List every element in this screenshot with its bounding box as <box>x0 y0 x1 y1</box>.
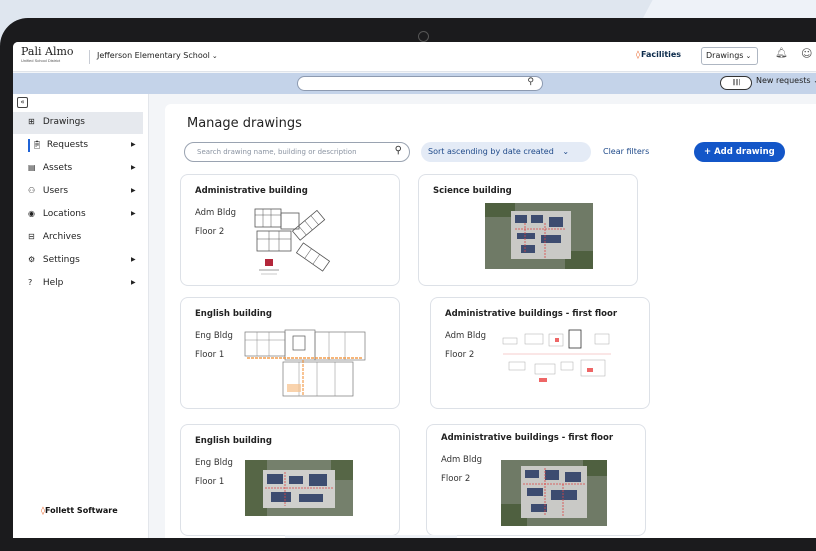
drawing-card-floor: Floor 1 <box>195 350 225 360</box>
sidebar-item-settings[interactable]: ⚙ Settings ▶ <box>13 250 143 272</box>
drawing-card-floor: Floor 2 <box>441 474 471 484</box>
page-title: Manage drawings <box>187 116 302 131</box>
follett-mark-icon: ◊ <box>636 50 640 59</box>
help-icon: ? <box>28 278 33 287</box>
drawing-card-title: Science building <box>433 186 512 196</box>
sidebar-item-label: Requests <box>46 140 89 150</box>
drawing-card[interactable]: Science building <box>418 174 638 286</box>
chevron-right-icon: ▶ <box>131 256 136 263</box>
sidebar-item-label: Drawings <box>42 117 85 127</box>
drawing-card-building: Adm Bldg <box>445 331 487 341</box>
drawing-card-building: Eng Bldg <box>195 331 233 341</box>
archive-icon: ⊟ <box>28 232 35 241</box>
drawing-card-building: Adm Bldg <box>195 208 237 218</box>
screen-bottom-highlight <box>285 535 457 538</box>
facilities-brand: ◊Facilities <box>636 50 681 59</box>
active-indicator <box>28 139 30 152</box>
chevron-right-icon: ▶ <box>131 141 136 148</box>
search-placeholder: Search drawing name, building or descrip… <box>197 148 357 156</box>
sidebar-item-label: Users <box>42 186 69 196</box>
sidebar-item-locations[interactable]: ◉ Locations ▶ <box>13 204 143 226</box>
chevron-right-icon: ▶ <box>131 187 136 194</box>
sort-label: Sort ascending by date created <box>428 147 554 156</box>
aerial-photo-icon <box>485 203 593 269</box>
drawing-card-title: Administrative buildings - first floor <box>445 309 618 319</box>
sidebar-item-users[interactable]: ⚇ Users ▶ <box>13 181 143 203</box>
clipboard-icon: 📋︎ <box>32 140 43 149</box>
drawing-card-building: Eng Bldg <box>195 458 233 468</box>
laptop-frame: Pali Almo Unified School District Jeffer… <box>0 18 816 551</box>
drawing-card-title: English building <box>195 436 272 446</box>
follett-software-logo: ◊Follett Software <box>41 506 118 515</box>
chevron-down-icon: ⌄ <box>211 52 218 60</box>
school-selector[interactable]: Jefferson Elementary School ⌄ <box>97 51 218 60</box>
collapse-sidebar-icon[interactable]: « <box>17 97 28 108</box>
drawing-card-title: Administrative buildings - first floor <box>441 433 614 443</box>
sidebar-item-archives[interactable]: ⊟ Archives <box>13 227 143 249</box>
sidebar-item-assets[interactable]: ▤ Assets ▶ <box>13 158 143 180</box>
barcode-scan-button[interactable]: ||||| <box>720 76 752 90</box>
school-name: Jefferson Elementary School <box>97 51 210 60</box>
floorplan-color-icon <box>244 329 366 397</box>
new-requests-dropdown[interactable]: New requests ⌄ <box>756 76 816 85</box>
header-divider <box>89 50 90 64</box>
drawing-card-building: Adm Bldg <box>441 455 483 465</box>
aerial-photo-icon <box>501 460 607 526</box>
sidebar-item-requests[interactable]: 📋︎ Requests ▶ <box>13 135 143 157</box>
drawing-card-floor: Floor 2 <box>195 227 225 237</box>
user-icon[interactable]: ☺ <box>801 47 812 60</box>
search-icon[interactable]: ⚲ <box>395 145 402 156</box>
drawing-card[interactable]: Administrative building Adm Bldg Floor 2 <box>180 174 400 286</box>
chevron-right-icon: ▶ <box>131 279 136 286</box>
chevron-right-icon: ▶ <box>131 210 136 217</box>
sidebar: « ⊞ Drawings 📋︎ Requests ▶ ▤ Assets ▶ ⚇ … <box>13 94 149 538</box>
sidebar-item-drawings[interactable]: ⊞ Drawings <box>13 112 143 134</box>
district-logo-subtitle: Unified School District <box>21 58 61 63</box>
bell-icon[interactable]: 🔔︎ <box>775 48 788 59</box>
aerial-photo-icon <box>245 460 353 516</box>
drawing-card-title: Administrative building <box>195 186 308 196</box>
district-logo[interactable]: Pali Almo <box>21 46 74 57</box>
drawing-card[interactable]: English building Eng Bldg Floor 1 <box>180 424 400 536</box>
sidebar-item-label: Help <box>42 278 64 288</box>
new-requests-label: New requests <box>756 76 811 85</box>
follett-logo-text: Follett Software <box>44 506 118 515</box>
module-dropdown[interactable]: Drawings ⌄ <box>701 47 758 65</box>
main-panel: Manage drawings Search drawing name, bui… <box>165 104 816 538</box>
sidebar-item-label: Locations <box>42 209 86 219</box>
top-header: Pali Almo Unified School District Jeffer… <box>13 42 816 72</box>
drawing-card[interactable]: Administrative buildings - first floor A… <box>430 297 650 409</box>
chevron-down-icon: ⌄ <box>562 147 570 156</box>
add-drawing-button[interactable]: + Add drawing <box>694 142 785 162</box>
location-pin-icon: ◉ <box>28 209 35 218</box>
global-toolbar: ⚲ ||||| New requests ⌄ <box>13 73 816 94</box>
sidebar-item-help[interactable]: ? Help ▶ <box>13 273 143 295</box>
sidebar-item-label: Assets <box>42 163 73 173</box>
drawing-card-floor: Floor 1 <box>195 477 225 487</box>
app-screen: Pali Almo Unified School District Jeffer… <box>13 42 816 538</box>
gear-icon: ⚙ <box>28 255 36 264</box>
drawing-card-floor: Floor 2 <box>445 350 475 360</box>
search-icon[interactable]: ⚲ <box>527 77 534 87</box>
users-icon: ⚇ <box>28 186 36 195</box>
sort-dropdown[interactable]: Sort ascending by date created ⌄ <box>421 142 591 162</box>
drawing-card-title: English building <box>195 309 272 319</box>
floorplan-line-icon <box>254 208 331 275</box>
facilities-label: Facilities <box>640 50 682 59</box>
drawing-card[interactable]: Administrative buildings - first floor A… <box>426 424 646 536</box>
global-search-input[interactable]: ⚲ <box>297 76 543 91</box>
grid-icon: ⊞ <box>28 117 35 126</box>
clear-filters-link[interactable]: Clear filters <box>603 147 649 156</box>
camera-icon <box>418 31 429 42</box>
cabinet-icon: ▤ <box>28 163 36 172</box>
chevron-down-icon: ⌄ <box>745 52 752 60</box>
sidebar-item-label: Settings <box>42 255 80 265</box>
drawing-card[interactable]: English building Eng Bldg Floor 1 <box>180 297 400 409</box>
drawing-search-input[interactable]: Search drawing name, building or descrip… <box>184 142 410 162</box>
chevron-right-icon: ▶ <box>131 164 136 171</box>
sidebar-item-label: Archives <box>42 232 82 242</box>
floorplan-sparse-icon <box>502 329 611 382</box>
module-dropdown-value: Drawings <box>706 51 744 60</box>
